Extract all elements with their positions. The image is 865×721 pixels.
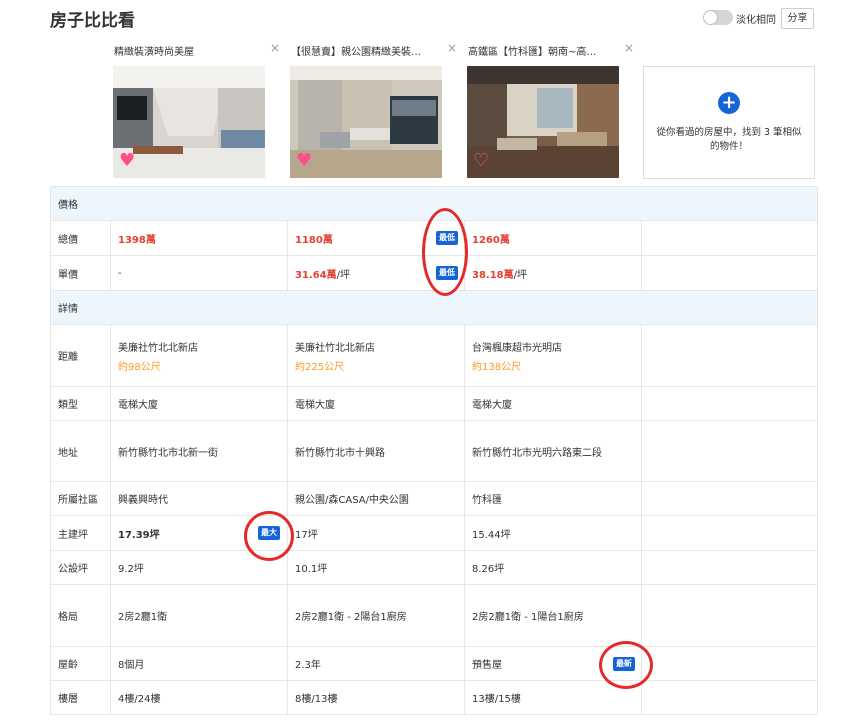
empty-cell: [641, 550, 818, 585]
cell-value: 美廉社竹北北新店 約225公尺: [287, 324, 465, 387]
cell-value: 新竹縣竹北市十興路: [287, 420, 465, 482]
row-label: 所屬社區: [50, 481, 111, 516]
empty-cell: [641, 646, 818, 681]
row-label: 地址: [50, 420, 111, 482]
close-icon[interactable]: ×: [447, 41, 457, 55]
table-row: 距離 美廉社竹北北新店 約98公尺 美廉社竹北北新店 約225公尺 台灣楓康超市光明…: [50, 324, 818, 387]
empty-cell: [641, 584, 818, 647]
cell-value: 8個月: [110, 646, 288, 681]
empty-cell: [641, 324, 818, 387]
cell-value: 38.18萬/坪: [464, 255, 642, 291]
cell-value: 1398萬: [110, 220, 288, 256]
add-icon[interactable]: +: [718, 92, 740, 114]
section-details: 詳情: [50, 290, 818, 325]
annotation-circle: [244, 511, 294, 561]
listing-photo-1[interactable]: ♥: [113, 66, 265, 178]
card-title-2[interactable]: 【很慧賣】親公園精緻美裝…: [291, 43, 446, 58]
cell-value: 美廉社竹北北新店 約98公尺: [110, 324, 288, 387]
cell-value: 8樓/13樓: [287, 680, 465, 715]
cell-value: 親公園/森CASA/中央公園: [287, 481, 465, 516]
cell-value: 新竹縣竹北市光明六路東二段: [464, 420, 642, 482]
annotation-circle: [422, 208, 468, 296]
table-row: 主建坪 17.39坪 最大 17坪 15.44坪: [50, 515, 818, 551]
cell-value: 15.44坪: [464, 515, 642, 551]
empty-cell: [641, 220, 818, 256]
card-title-1[interactable]: 精緻裝潢時尚美屋: [114, 43, 269, 58]
empty-cell: [641, 386, 818, 421]
row-label: 主建坪: [50, 515, 111, 551]
row-label: 總價: [50, 220, 111, 256]
table-row: 格局 2房2廳1衛 2房2廳1衛 - 2陽台1廚房 2房2廳1衛 - 1陽台1廚…: [50, 584, 818, 647]
heart-outline-icon[interactable]: ♡: [473, 152, 489, 170]
cell-value: 2房2廳1衛 - 1陽台1廚房: [464, 584, 642, 647]
cell-value: 8.26坪: [464, 550, 642, 585]
cell-value: 電梯大廈: [287, 386, 465, 421]
cell-value: 新竹縣竹北市北新一街: [110, 420, 288, 482]
cell-value: 2房2廳1衛 - 2陽台1廚房: [287, 584, 465, 647]
living-room-photo-2: [290, 66, 442, 178]
cell-value: 17坪: [287, 515, 465, 551]
table-row: 公設坪 9.2坪 10.1坪 8.26坪: [50, 550, 818, 585]
cell-value: -: [110, 255, 288, 291]
table-row: 所屬社區 興義興時代 親公園/森CASA/中央公園 竹科匯: [50, 481, 818, 516]
toggle-knob: [704, 11, 717, 24]
cell-value: 2.3年: [287, 646, 465, 681]
find-similar-card[interactable]: + 從你看過的房屋中，找到 3 筆相似的物件！: [643, 66, 815, 179]
find-similar-text: 從你看過的房屋中，找到 3 筆相似的物件！: [656, 127, 802, 152]
empty-cell: [641, 515, 818, 551]
table-row: 樓層 4樓/24樓 8樓/13樓 13樓/15樓: [50, 680, 818, 715]
row-label: 格局: [50, 584, 111, 647]
close-icon[interactable]: ×: [270, 41, 280, 55]
cell-value: 竹科匯: [464, 481, 642, 516]
row-label: 屋齡: [50, 646, 111, 681]
cell-value: 興義興時代: [110, 481, 288, 516]
table-row: 地址 新竹縣竹北市北新一街 新竹縣竹北市十興路 新竹縣竹北市光明六路東二段: [50, 420, 818, 482]
cell-value: 電梯大廈: [464, 386, 642, 421]
empty-cell: [641, 255, 818, 291]
dim-same-label: 淡化相同: [736, 15, 776, 26]
empty-cell: [641, 420, 818, 482]
heart-icon[interactable]: ♥: [119, 152, 135, 170]
table-row: 屋齡 8個月 2.3年 預售屋 最新: [50, 646, 818, 681]
cell-value: 4樓/24樓: [110, 680, 288, 715]
close-icon[interactable]: ×: [624, 41, 634, 55]
row-label: 樓層: [50, 680, 111, 715]
empty-cell: [641, 680, 818, 715]
card-title-3[interactable]: 高鐵區【竹科匯】朝南~高…: [468, 43, 623, 58]
cell-value: 10.1坪: [287, 550, 465, 585]
empty-cell: [641, 481, 818, 516]
page-title: 房子比比看: [50, 11, 135, 31]
heart-icon[interactable]: ♥: [296, 152, 312, 170]
listing-photo-3[interactable]: ♡: [467, 66, 619, 178]
cell-value: 電梯大廈: [110, 386, 288, 421]
cell-value: 2房2廳1衛: [110, 584, 288, 647]
share-button[interactable]: 分享: [781, 8, 814, 29]
living-room-photo-3: [467, 66, 619, 178]
annotation-circle: [599, 641, 653, 689]
cell-value: 1260萬: [464, 220, 642, 256]
section-label: 詳情: [50, 290, 818, 325]
row-label: 公設坪: [50, 550, 111, 585]
listing-photo-2[interactable]: ♥: [290, 66, 442, 178]
row-label: 單價: [50, 255, 111, 291]
cell-value: 台灣楓康超市光明店 約138公尺: [464, 324, 642, 387]
row-label: 距離: [50, 324, 111, 387]
living-room-photo-1: [113, 66, 265, 178]
row-label: 類型: [50, 386, 111, 421]
table-row: 類型 電梯大廈 電梯大廈 電梯大廈: [50, 386, 818, 421]
dim-same-toggle[interactable]: [703, 10, 733, 25]
